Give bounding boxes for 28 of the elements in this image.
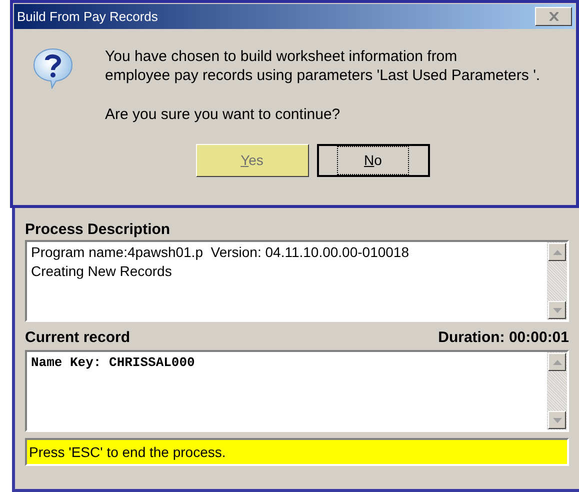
- scroll-up-button[interactable]: [548, 353, 566, 371]
- description-box[interactable]: Program name:4pawsh01.p Version: 04.11.10.00.00-010018 Creating New Records: [25, 240, 569, 322]
- dialog-button[interactable]: No: [316, 144, 430, 177]
- down-arrow-icon: [552, 308, 562, 312]
- status-bar: Press 'ESC' to end the process.: [25, 438, 569, 466]
- scroll-down-button[interactable]: [548, 301, 566, 319]
- dialog-button[interactable]: Yes: [196, 144, 308, 177]
- section-label: Process Description: [25, 220, 172, 240]
- window-title: Build From Pay Records: [17, 8, 158, 26]
- up-arrow-icon: [552, 360, 562, 364]
- record-box[interactable]: Name Key: CHRISSAL000: [25, 350, 569, 432]
- question-bubble-icon: [32, 47, 74, 89]
- section-label: Current record: [25, 328, 130, 348]
- scroll-down-button[interactable]: [548, 411, 566, 429]
- scrollbar[interactable]: [547, 352, 567, 430]
- close-button[interactable]: [535, 7, 572, 26]
- scroll-up-button[interactable]: [548, 243, 566, 261]
- text-line: Program name:4pawsh01.p Version: 04.11.10.00.00-010018: [31, 243, 410, 262]
- down-arrow-icon: [552, 418, 562, 422]
- question-text: Are you sure you want to continue?: [105, 105, 342, 124]
- text-line: Creating New Records: [31, 262, 173, 281]
- message-text: You have chosen to build worksheet information from: [105, 47, 458, 66]
- up-arrow-icon: [552, 250, 562, 254]
- duration-text: Duration: 00:00:01: [438, 328, 569, 348]
- text-line: Name Key: CHRISSAL000: [31, 354, 196, 372]
- close-icon: [548, 12, 558, 21]
- scrollbar[interactable]: [547, 242, 567, 320]
- message-text: employee pay records using parameters 'Last Used Parameters '.: [105, 66, 540, 85]
